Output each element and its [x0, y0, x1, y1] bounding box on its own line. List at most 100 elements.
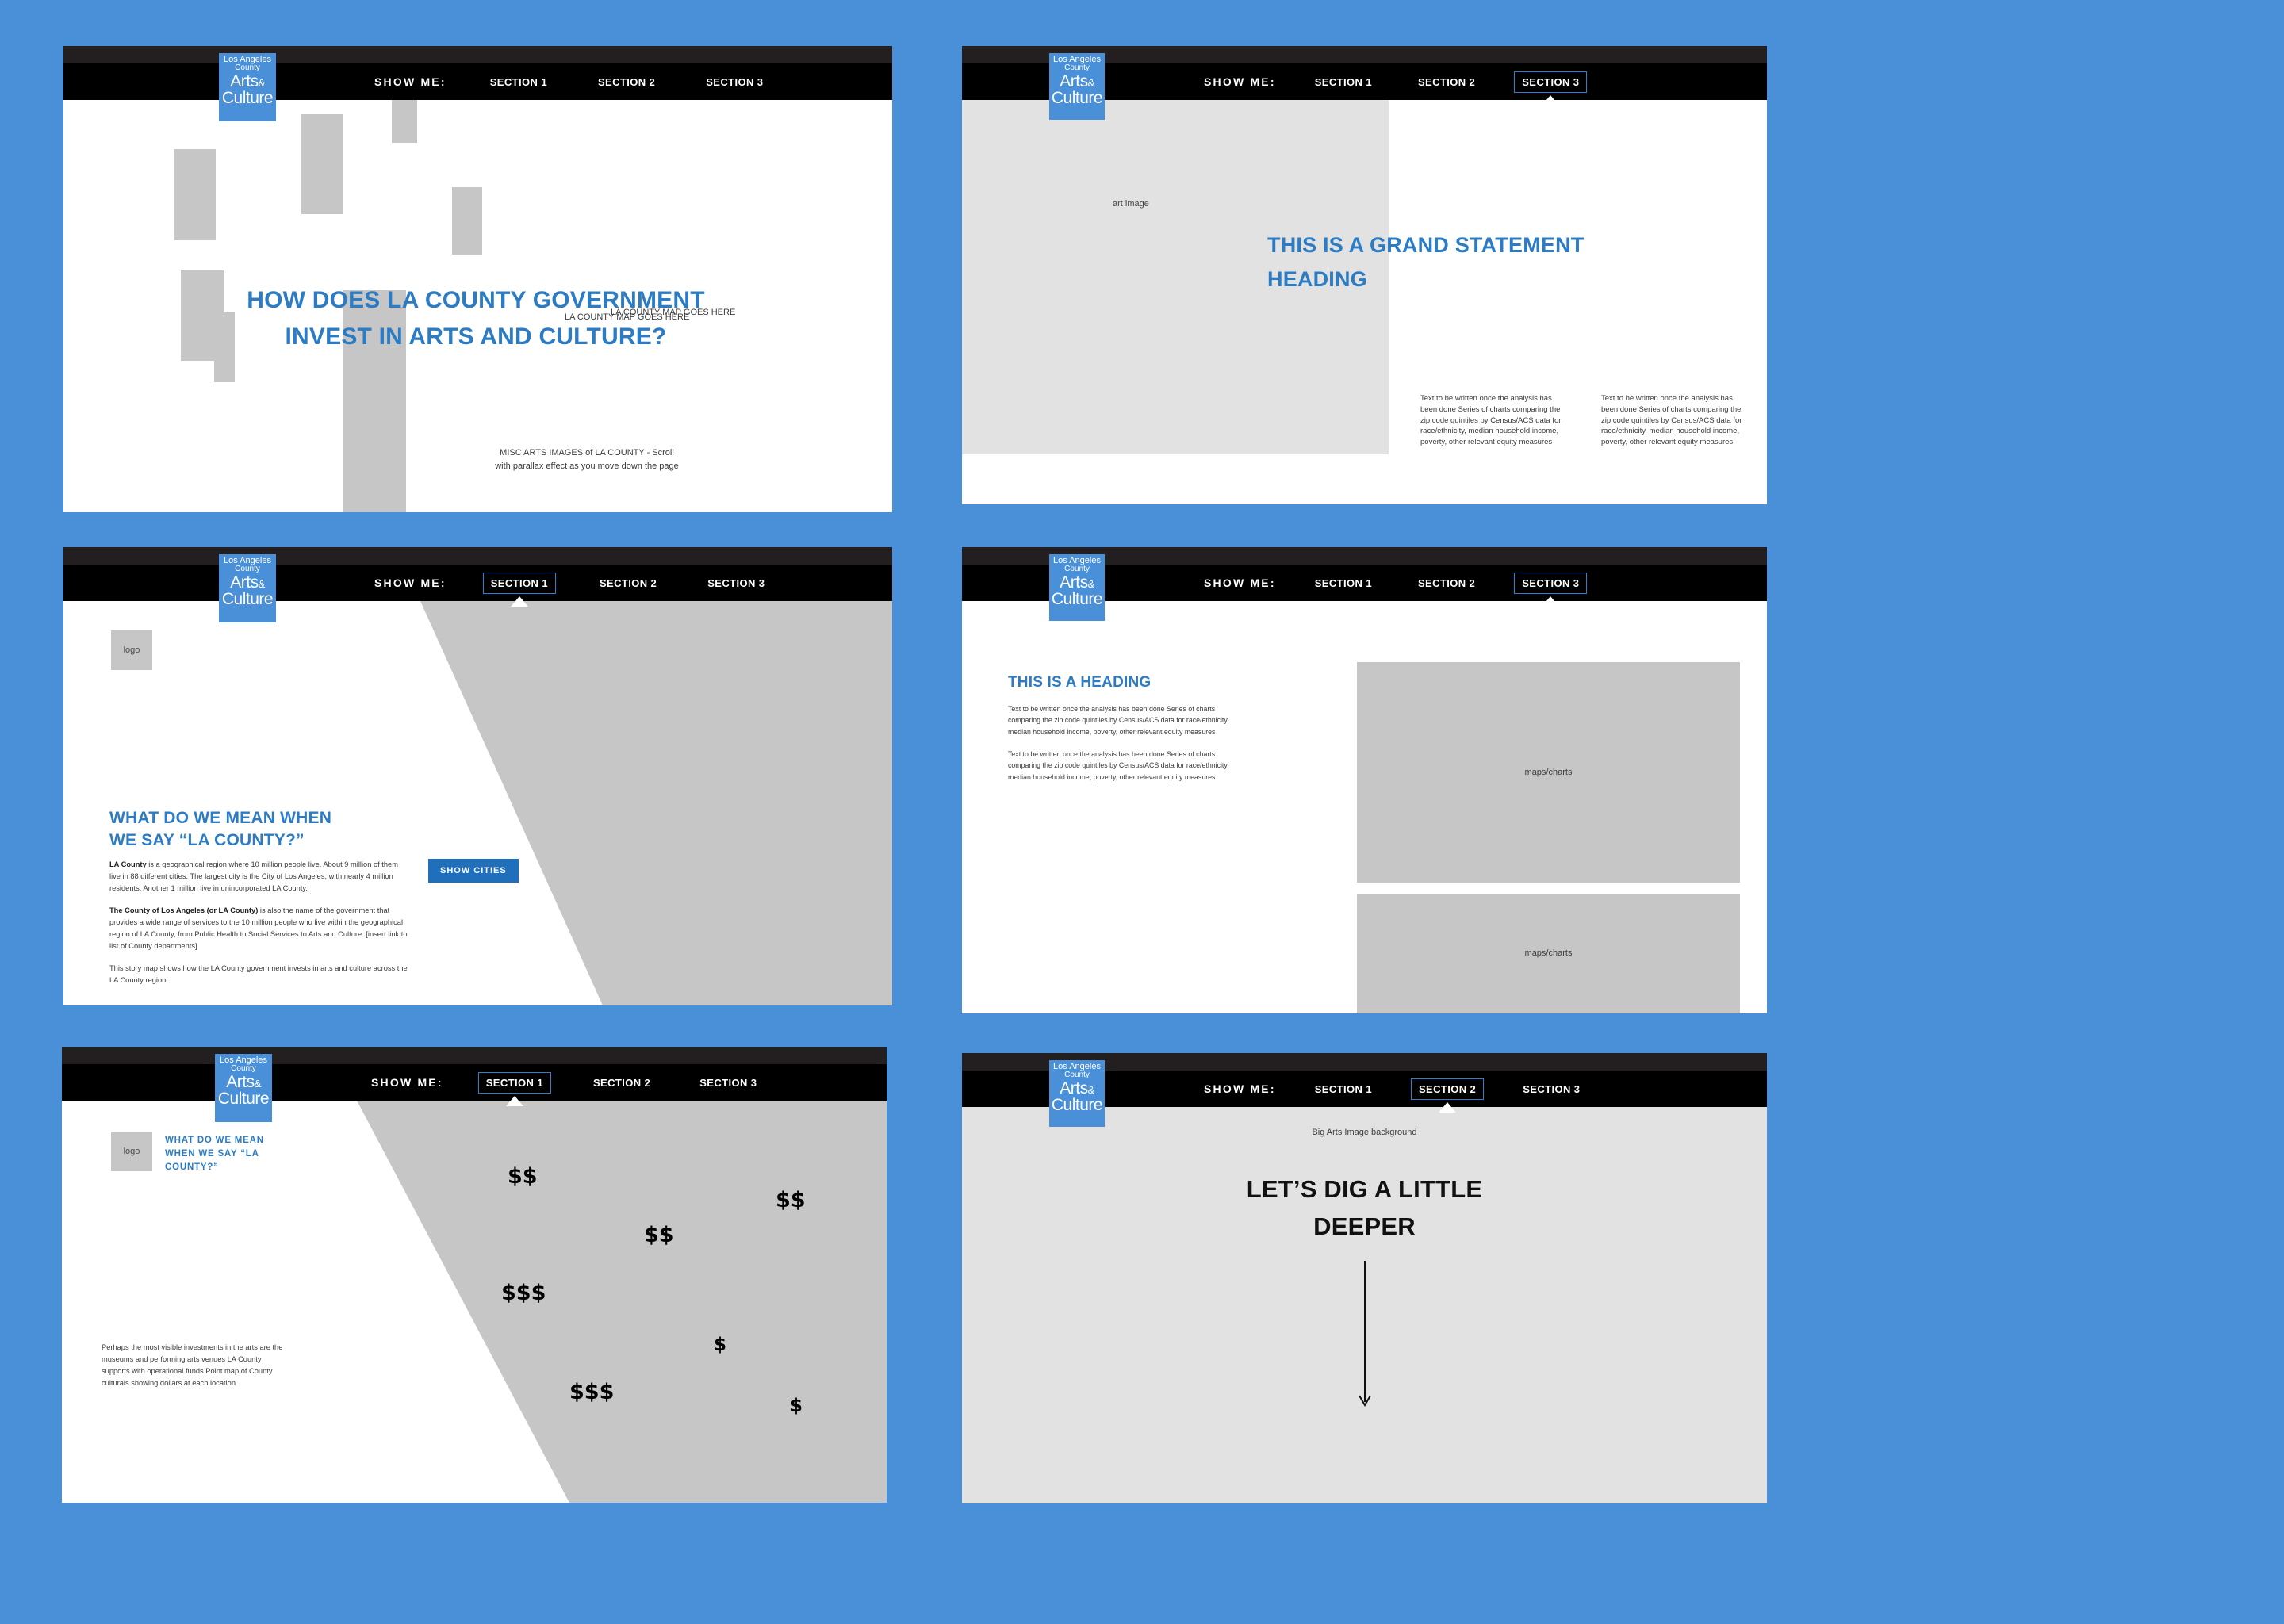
nav-link-section-2[interactable]: SECTION 2 — [592, 573, 664, 593]
logo-line-3: Arts& — [1060, 72, 1094, 90]
logo-line-2: County — [235, 63, 260, 72]
section-body: Text to be written once the analysis has… — [1008, 703, 1238, 794]
grand-statement-heading: THIS IS A GRAND STATEMENT HEADING — [1267, 233, 1585, 291]
background-image-label: Big Arts Image background — [1312, 1128, 1417, 1137]
logo-line-3: Arts& — [1060, 573, 1094, 592]
hero-caption: MISC ARTS IMAGES of LA COUNTY - Scroll w… — [495, 448, 679, 471]
top-nav: SHOW ME: SECTION 1 SECTION 2 SECTION 3 L… — [62, 1047, 887, 1122]
section-heading-line-2: WE SAY “LA COUNTY?” — [109, 830, 305, 849]
top-nav: SHOW ME: SECTION 1 SECTION 2 SECTION 3 L… — [962, 1053, 1767, 1127]
nav-items: SHOW ME: SECTION 1 SECTION 2 SECTION 3 — [1204, 565, 1588, 601]
show-me-label: SHOW ME: — [1204, 576, 1276, 589]
logo-line-4: Culture — [217, 1090, 270, 1108]
logo-line-4: Culture — [1051, 1096, 1103, 1114]
body-paragraph: Text to be written once the analysis has… — [1008, 749, 1229, 781]
show-me-label: SHOW ME: — [371, 1076, 443, 1089]
nav-link-section-3[interactable]: SECTION 3 — [692, 1073, 764, 1093]
nav-items: SHOW ME: SECTION 1 SECTION 2 SECTION 3 — [1204, 63, 1588, 100]
logo-line-3: Arts& — [226, 1073, 261, 1091]
chart-placeholder-label: maps/charts — [1524, 768, 1573, 777]
logo-line-4: Culture — [1051, 590, 1103, 608]
body-columns: Text to be written once the analysis has… — [1420, 393, 1753, 448]
dollar-marker[interactable]: $$ — [776, 1188, 806, 1212]
logo-line-3: Arts& — [230, 573, 265, 592]
top-nav: SHOW ME: SECTION 1 SECTION 2 SECTION 3 L… — [63, 547, 892, 622]
la-county-arts-culture-logo[interactable]: Los Angeles County Arts& Culture — [215, 1054, 272, 1122]
body-lead-in: LA County — [109, 860, 147, 868]
la-county-arts-culture-logo[interactable]: Los Angeles County Arts& Culture — [219, 53, 276, 121]
body-column-1: Text to be written once the analysis has… — [1420, 394, 1562, 447]
dig-deeper-title-line-1: LET’S DIG A LITTLE — [1246, 1175, 1483, 1203]
section-body: LA County is a geographical region where… — [109, 859, 411, 997]
logo-line-4: Culture — [221, 89, 274, 107]
top-nav: SHOW ME: SECTION 1 SECTION 2 SECTION 3 L… — [962, 547, 1767, 621]
screenshot-canvas: SHOW ME: SECTION 1 SECTION 2 SECTION 3 L… — [0, 0, 2284, 1624]
show-me-label: SHOW ME: — [374, 576, 446, 589]
nav-link-section-3[interactable]: SECTION 3 — [1514, 572, 1588, 594]
top-nav: SHOW ME: SECTION 1 SECTION 2 SECTION 3 L… — [962, 46, 1767, 120]
image-placeholder-block — [452, 187, 482, 255]
la-county-arts-culture-logo[interactable]: Los Angeles County Arts& Culture — [1049, 53, 1105, 120]
la-county-arts-culture-logo[interactable]: Los Angeles County Arts& Culture — [1049, 554, 1105, 621]
body-column-2: Text to be written once the analysis has… — [1601, 394, 1742, 447]
panel-dollar-map: SHOW ME: SECTION 1 SECTION 2 SECTION 3 L… — [62, 1047, 887, 1503]
dollar-marker[interactable]: $ — [790, 1396, 803, 1416]
chart-placeholder-top[interactable]: maps/charts — [1357, 662, 1740, 883]
logo-line-3: Arts& — [230, 72, 265, 90]
nav-items: SHOW ME: SECTION 1 SECTION 2 SECTION 3 — [374, 63, 770, 100]
panel-dig-deeper: SHOW ME: SECTION 1 SECTION 2 SECTION 3 L… — [962, 1053, 1767, 1503]
nav-link-section-3[interactable]: SECTION 3 — [699, 72, 770, 92]
logo-line-4: Culture — [1051, 89, 1103, 107]
nav-link-section-3[interactable]: SECTION 3 — [700, 573, 772, 593]
nav-link-section-1[interactable]: SECTION 1 — [1308, 1079, 1379, 1099]
image-placeholder-block — [301, 114, 343, 214]
nav-link-section-1[interactable]: SECTION 1 — [1308, 72, 1379, 92]
nav-link-section-2[interactable]: SECTION 2 — [1411, 72, 1482, 92]
panel-grand-statement: art image SHOW ME: SECTION 1 SECTION 2 S… — [962, 46, 1767, 504]
nav-upper-strip — [63, 547, 892, 565]
body-paragraph: The County of Los Angeles (or LA County)… — [109, 906, 408, 951]
chart-placeholder-label: maps/charts — [1524, 948, 1573, 958]
logo-placeholder: logo — [111, 630, 152, 670]
show-me-label: SHOW ME: — [374, 75, 446, 88]
dollar-marker[interactable]: $$ — [508, 1164, 538, 1189]
dollar-marker[interactable]: $$ — [644, 1223, 674, 1247]
top-nav: SHOW ME: SECTION 1 SECTION 2 SECTION 3 L… — [63, 46, 892, 121]
nav-link-section-2[interactable]: SECTION 2 — [1411, 573, 1482, 593]
dollar-marker[interactable]: $ — [714, 1335, 726, 1355]
nav-link-section-2[interactable]: SECTION 2 — [586, 1073, 657, 1093]
body-lead-in: The County of Los Angeles (or LA County) — [109, 906, 259, 915]
nav-link-section-2[interactable]: SECTION 2 — [1410, 1078, 1485, 1100]
nav-link-section-1[interactable]: SECTION 1 — [482, 572, 556, 594]
section-heading: THIS IS A HEADING — [1008, 674, 1152, 691]
image-placeholder-block — [174, 149, 216, 240]
panel-charts: SHOW ME: SECTION 1 SECTION 2 SECTION 3 L… — [962, 547, 1767, 1013]
nav-link-section-1[interactable]: SECTION 1 — [483, 72, 554, 92]
show-me-label: SHOW ME: — [1204, 75, 1276, 88]
la-county-arts-culture-logo[interactable]: Los Angeles County Arts& Culture — [219, 554, 276, 622]
logo-line-2: County — [1064, 63, 1090, 72]
dollar-marker[interactable]: $$$ — [569, 1380, 614, 1404]
body-paragraph: This story map shows how the LA County g… — [109, 964, 408, 985]
body-paragraph: LA County is a geographical region where… — [109, 860, 398, 893]
nav-link-section-3[interactable]: SECTION 3 — [1516, 1079, 1587, 1099]
chart-placeholder-bottom[interactable]: maps/charts — [1357, 894, 1740, 1013]
nav-link-section-1[interactable]: SECTION 1 — [477, 1071, 551, 1094]
nav-link-section-1[interactable]: SECTION 1 — [1308, 573, 1379, 593]
show-cities-button[interactable]: SHOW CITIES — [428, 859, 519, 883]
nav-link-section-2[interactable]: SECTION 2 — [591, 72, 662, 92]
dollar-marker[interactable]: $$$ — [501, 1281, 546, 1305]
dig-deeper-title: LET’S DIG A LITTLE DEEPER — [962, 1170, 1767, 1245]
logo-line-4: Culture — [221, 590, 274, 608]
logo-line-2: County — [1064, 565, 1090, 573]
body-paragraph: Text to be written once the analysis has… — [1008, 705, 1229, 736]
logo-placeholder: logo — [111, 1132, 152, 1171]
nav-items: SHOW ME: SECTION 1 SECTION 2 SECTION 3 — [371, 1064, 764, 1101]
section-heading: WHAT DO WE MEAN WHEN WE SAY “LA COUNTY?” — [165, 1136, 264, 1173]
la-county-arts-culture-logo[interactable]: Los Angeles County Arts& Culture — [1049, 1060, 1105, 1127]
section-heading: WHAT DO WE MEAN WHEN WE SAY “LA COUNTY?” — [109, 807, 450, 851]
image-placeholder-block — [392, 100, 417, 143]
logo-line-2: County — [231, 1064, 256, 1073]
nav-link-section-3[interactable]: SECTION 3 — [1514, 71, 1588, 93]
panel-hero-title: SHOW ME: SECTION 1 SECTION 2 SECTION 3 L… — [63, 46, 892, 512]
